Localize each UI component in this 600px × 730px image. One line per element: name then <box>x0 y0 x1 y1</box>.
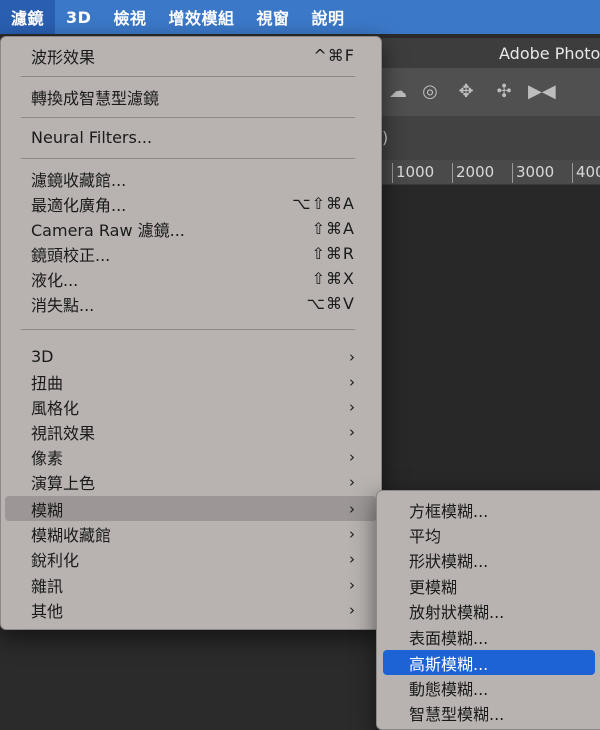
menu-item-blur-gallery[interactable]: 模糊收藏館 › <box>5 521 377 546</box>
chevron-right-icon: › <box>349 372 355 391</box>
menu-item-label: Camera Raw 濾鏡... <box>31 220 185 240</box>
menu-item-label: 雜訊 <box>31 576 64 596</box>
app-title: Adobe Photo <box>382 38 600 68</box>
menu-item-vanishing-point[interactable]: 消失點... ⌥⌘V <box>5 291 377 316</box>
menu-item-render[interactable]: 演算上色 › <box>5 469 377 494</box>
menu-item-blur[interactable]: 模糊 › <box>5 496 377 521</box>
chevron-right-icon: › <box>349 524 355 543</box>
menu-separator <box>21 329 355 330</box>
ruler-tick: 3000 <box>512 163 554 183</box>
menu-item-label: 銳利化 <box>31 550 80 570</box>
roll-3d-icon[interactable]: ◎ <box>418 80 442 104</box>
menu-item-lens-correction[interactable]: 鏡頭校正... ⇧⌘R <box>5 241 377 266</box>
menu-item-label: Neural Filters... <box>31 128 153 147</box>
menu-item-distort[interactable]: 扭曲 › <box>5 369 377 394</box>
menubar-item-help[interactable]: 說明 <box>300 0 355 34</box>
menu-item-label: 風格化 <box>31 398 80 418</box>
menu-item-label: 模糊收藏館 <box>31 525 112 545</box>
menu-item-label: 3D <box>31 347 54 366</box>
menu-item-label: 演算上色 <box>31 473 96 493</box>
ruler-tick: 1000 <box>392 163 434 183</box>
menu-item-last-filter[interactable]: 波形效果 ^⌘F <box>5 43 377 68</box>
submenu-item-blur-more[interactable]: 更模糊 <box>383 573 595 598</box>
filter-menu: 波形效果 ^⌘F 轉換成智慧型濾鏡 Neural Filters... 濾鏡收藏… <box>0 36 382 630</box>
menu-item-label: 消失點... <box>31 295 95 315</box>
menu-item-label: 視訊效果 <box>31 423 96 443</box>
orbit-3d-icon[interactable]: ☁ <box>386 80 410 104</box>
menu-item-label: 轉換成智慧型濾鏡 <box>31 88 160 108</box>
menubar-item-window[interactable]: 視窗 <box>245 0 300 34</box>
menu-item-label: 波形效果 <box>31 47 96 67</box>
menu-item-liquify[interactable]: 液化... ⇧⌘X <box>5 266 377 291</box>
menu-item-video[interactable]: 視訊效果 › <box>5 419 377 444</box>
submenu-item-shape-blur[interactable]: 形狀模糊... <box>383 547 595 572</box>
menubar: 濾鏡 3D 檢視 增效模組 視窗 說明 <box>0 0 600 34</box>
ruler-tick: 400 <box>572 163 600 183</box>
chevron-right-icon: › <box>349 549 355 568</box>
scale-3d-icon[interactable]: ▶◀ <box>528 80 556 104</box>
chevron-right-icon: › <box>349 575 355 594</box>
chevron-right-icon: › <box>349 397 355 416</box>
chevron-right-icon: › <box>349 347 355 366</box>
menubar-item-view[interactable]: 檢視 <box>102 0 157 34</box>
menu-item-neural-filters[interactable]: Neural Filters... <box>5 125 377 150</box>
menu-item-shortcut: ⇧⌘R <box>311 244 355 263</box>
menu-separator <box>21 76 355 77</box>
menu-item-3d[interactable]: 3D › <box>5 344 377 369</box>
chevron-right-icon: › <box>349 499 355 518</box>
submenu-item-box-blur[interactable]: 方框模糊... <box>383 497 595 522</box>
menu-item-stylize[interactable]: 風格化 › <box>5 394 377 419</box>
menu-item-other[interactable]: 其他 › <box>5 597 377 622</box>
menubar-item-plugins[interactable]: 增效模組 <box>157 0 245 34</box>
menu-item-convert-smart-filters[interactable]: 轉換成智慧型濾鏡 <box>5 84 377 109</box>
menubar-item-filter[interactable]: 濾鏡 <box>0 0 56 34</box>
menu-item-shortcut: ⌥⌘V <box>306 294 355 313</box>
options-toolbar: ☁ ◎ ✥ ✣ ▶◀ <box>382 68 600 116</box>
submenu-item-smart-blur[interactable]: 智慧型模糊... <box>383 700 595 725</box>
submenu-item-motion-blur[interactable]: 動態模糊... <box>383 675 595 700</box>
menu-separator <box>21 117 355 118</box>
menu-item-label: 扭曲 <box>31 373 64 393</box>
pan-3d-icon[interactable]: ✥ <box>454 80 478 104</box>
submenu-item-average[interactable]: 平均 <box>383 522 595 547</box>
menu-item-noise[interactable]: 雜訊 › <box>5 572 377 597</box>
submenu-item-surface-blur[interactable]: 表面模糊... <box>383 624 595 649</box>
menu-item-label: 模糊 <box>31 500 64 520</box>
chevron-right-icon: › <box>349 600 355 619</box>
menu-separator <box>21 158 355 159</box>
submenu-item-radial-blur[interactable]: 放射狀模糊... <box>383 598 595 623</box>
ruler-tick: 2000 <box>452 163 494 183</box>
menu-item-label: 像素 <box>31 448 64 468</box>
chevron-right-icon: › <box>349 422 355 441</box>
menu-item-label: 液化... <box>31 270 79 290</box>
menubar-item-3d[interactable]: 3D <box>55 0 102 34</box>
menu-item-camera-raw[interactable]: Camera Raw 濾鏡... ⇧⌘A <box>5 216 377 241</box>
horizontal-ruler: 1000 2000 3000 400 <box>382 160 600 185</box>
menu-item-shortcut: ⌥⇧⌘A <box>292 194 355 213</box>
menu-item-sharpen[interactable]: 銳利化 › <box>5 546 377 571</box>
menu-item-filter-gallery[interactable]: 濾鏡收藏館... <box>5 166 377 191</box>
submenu-item-gaussian-blur[interactable]: 高斯模糊... <box>383 650 595 675</box>
blur-submenu: 方框模糊... 平均 形狀模糊... 更模糊 放射狀模糊... 表面模糊... … <box>376 490 600 730</box>
chevron-right-icon: › <box>349 447 355 466</box>
menu-item-label: 鏡頭校正... <box>31 245 111 265</box>
menu-item-label: 濾鏡收藏館... <box>31 170 127 190</box>
chevron-right-icon: › <box>349 472 355 491</box>
menu-item-pixelate[interactable]: 像素 › <box>5 444 377 469</box>
slide-3d-icon[interactable]: ✣ <box>492 80 516 104</box>
menu-item-label: 其他 <box>31 601 64 621</box>
document-tab-bar: ) <box>382 116 600 160</box>
menu-item-adaptive-wide-angle[interactable]: 最適化廣角... ⌥⇧⌘A <box>5 191 377 216</box>
document-tab-fragment[interactable]: ) <box>382 128 388 147</box>
menu-item-shortcut: ^⌘F <box>313 46 355 65</box>
menu-item-shortcut: ⇧⌘X <box>311 269 355 288</box>
menu-item-shortcut: ⇧⌘A <box>311 219 355 238</box>
menu-item-label: 最適化廣角... <box>31 195 127 215</box>
